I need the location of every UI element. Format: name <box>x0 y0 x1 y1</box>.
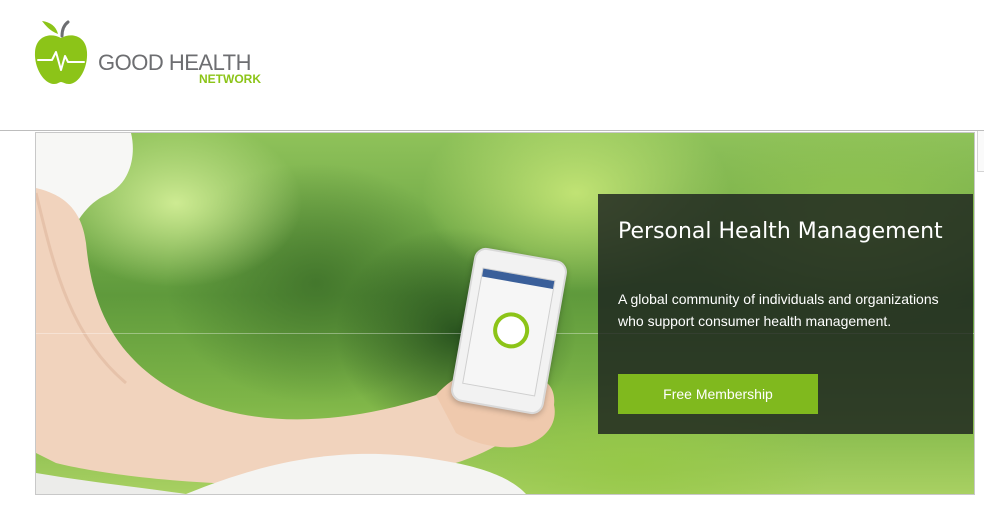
phone-app-bar <box>482 268 555 289</box>
free-membership-button[interactable]: Free Membership <box>618 374 818 414</box>
phone-progress-ring <box>490 309 532 352</box>
hero-title: Personal Health Management <box>618 219 943 244</box>
hero-description: A global community of individuals and or… <box>618 291 939 329</box>
apple-heartbeat-icon <box>34 20 88 84</box>
hero-overlay-panel: Personal Health Management A global comm… <box>598 194 973 434</box>
header-divider <box>0 130 984 131</box>
scrollbar[interactable] <box>977 131 984 172</box>
brand-subname: NETWORK <box>199 72 261 86</box>
brand-logo[interactable]: GOOD HEALTH NETWORK <box>32 20 282 90</box>
phone-screen <box>462 267 556 397</box>
